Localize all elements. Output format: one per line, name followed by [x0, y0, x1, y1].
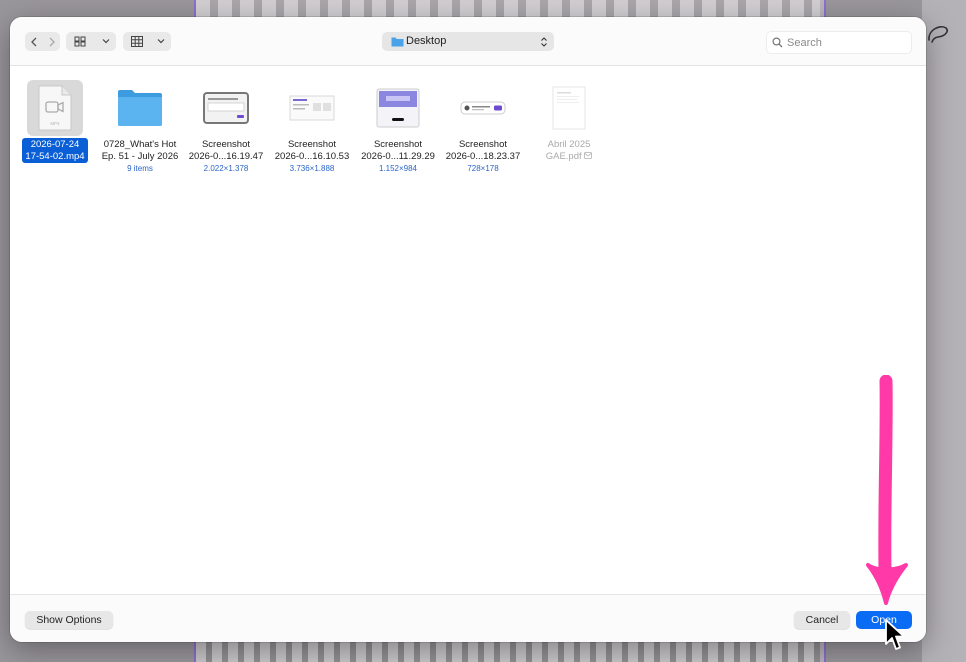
dialog-toolbar: Desktop	[10, 17, 926, 66]
file-name-line2: GAE.pdf	[546, 151, 593, 163]
background-image-bottom	[196, 640, 820, 662]
screenshot-thumbnail-icon	[376, 88, 420, 128]
lasso-icon	[928, 25, 948, 43]
file-item-screenshot[interactable]: Screenshot 2026-0...11.29.29 1.152×984	[355, 80, 441, 174]
file-name-line2: Ep. 51 - July 2026	[101, 150, 179, 162]
screenshot-thumbnail-icon	[460, 101, 506, 115]
file-meta: 9 items	[127, 163, 153, 173]
file-name-line2-text: GAE.pdf	[545, 150, 582, 162]
file-name: 0728_What's Hot Ep. 51 - July 2026	[99, 138, 182, 163]
group-grid-icon	[131, 36, 143, 47]
file-item-video[interactable]: MP4 2026-07-24 17-54-02.mp4	[12, 80, 98, 164]
background-sidebar	[922, 0, 966, 662]
location-popup[interactable]: Desktop	[382, 32, 554, 51]
file-meta: 728×178	[467, 163, 499, 173]
back-button[interactable]	[25, 32, 42, 51]
chevron-down-icon	[102, 39, 110, 44]
navigation-buttons	[25, 32, 60, 51]
dialog-footer: Show Options Cancel Open	[10, 594, 926, 642]
screenshot-thumbnail-icon	[203, 92, 249, 124]
cancel-button[interactable]: Cancel	[794, 611, 850, 629]
file-item-screenshot[interactable]: Screenshot 2026-0...16.19.47 2.022×1.378	[183, 80, 269, 174]
up-down-chevron-icon	[541, 37, 547, 47]
file-name: Abril 2025 GAE.pdf	[543, 138, 596, 163]
open-button[interactable]: Open	[856, 611, 912, 629]
open-file-dialog: Desktop MP4	[10, 17, 926, 642]
file-name-line1: Screenshot	[373, 139, 423, 150]
search-icon	[772, 37, 783, 48]
file-name-line2: 2026-0...18.23.37	[445, 150, 521, 162]
shared-file-icon	[584, 152, 593, 160]
file-meta: 2.022×1.378	[203, 163, 249, 173]
view-mode-button[interactable]	[66, 32, 116, 51]
show-options-button[interactable]: Show Options	[25, 611, 113, 629]
search-field[interactable]	[766, 31, 912, 54]
chevron-left-icon	[30, 37, 36, 46]
file-name-line1: Abril 2025	[547, 139, 591, 150]
folder-icon	[391, 37, 404, 47]
file-name-line2: 2026-0...11.29.29	[361, 150, 435, 162]
file-name: Screenshot 2026-0...16.10.53	[272, 138, 352, 163]
file-name-line2: 2026-0...16.10.53	[274, 150, 350, 162]
group-by-button[interactable]	[123, 32, 171, 51]
file-item-folder[interactable]: 0728_What's Hot Ep. 51 - July 2026 9 ite…	[97, 80, 183, 174]
forward-button[interactable]	[43, 32, 60, 51]
file-item-screenshot[interactable]: Screenshot 2026-0...16.10.53 3.736×1.888	[269, 80, 355, 174]
video-file-icon: MP4	[38, 85, 72, 131]
file-thumbnail	[370, 80, 426, 136]
screenshot-thumbnail-icon	[289, 95, 335, 121]
file-name: Screenshot 2026-0...11.29.29	[358, 138, 438, 163]
file-thumbnail	[541, 80, 597, 136]
background-image-top	[196, 0, 820, 18]
file-name-line2: 2026-0...16.19.47	[188, 150, 264, 162]
file-thumbnail	[112, 80, 168, 136]
file-name-line2: 17-54-02.mp4	[25, 150, 85, 162]
file-thumbnail	[284, 80, 340, 136]
file-thumbnail: MP4	[27, 80, 83, 136]
svg-text:MP4: MP4	[50, 121, 60, 126]
chevron-right-icon	[49, 37, 55, 46]
location-label: Desktop	[406, 35, 447, 47]
file-item-screenshot[interactable]: Screenshot 2026-0...18.23.37 728×178	[440, 80, 526, 174]
file-thumbnail	[198, 80, 254, 136]
file-meta: 1.152×984	[378, 163, 418, 173]
file-name-line1: Screenshot	[201, 139, 251, 150]
file-name-line1: 2026-07-24	[30, 139, 80, 150]
pdf-document-icon	[552, 86, 586, 130]
file-name: 2026-07-24 17-54-02.mp4	[22, 138, 88, 163]
file-name: Screenshot 2026-0...18.23.37	[443, 138, 523, 163]
file-name-line1: 0728_What's Hot	[103, 139, 177, 150]
search-input[interactable]	[787, 35, 905, 50]
file-name: Screenshot 2026-0...16.19.47	[186, 138, 266, 163]
file-item-pdf: Abril 2025 GAE.pdf	[526, 80, 612, 164]
file-browser: MP4 2026-07-24 17-54-02.mp4 0728_What's …	[10, 66, 926, 594]
file-name-line1: Screenshot	[287, 139, 337, 150]
icon-grid-icon	[74, 36, 86, 47]
folder-icon	[118, 90, 162, 126]
file-name-line1: Screenshot	[458, 139, 508, 150]
file-meta: 3.736×1.888	[289, 163, 335, 173]
chevron-down-icon	[157, 39, 165, 44]
file-thumbnail	[455, 80, 511, 136]
